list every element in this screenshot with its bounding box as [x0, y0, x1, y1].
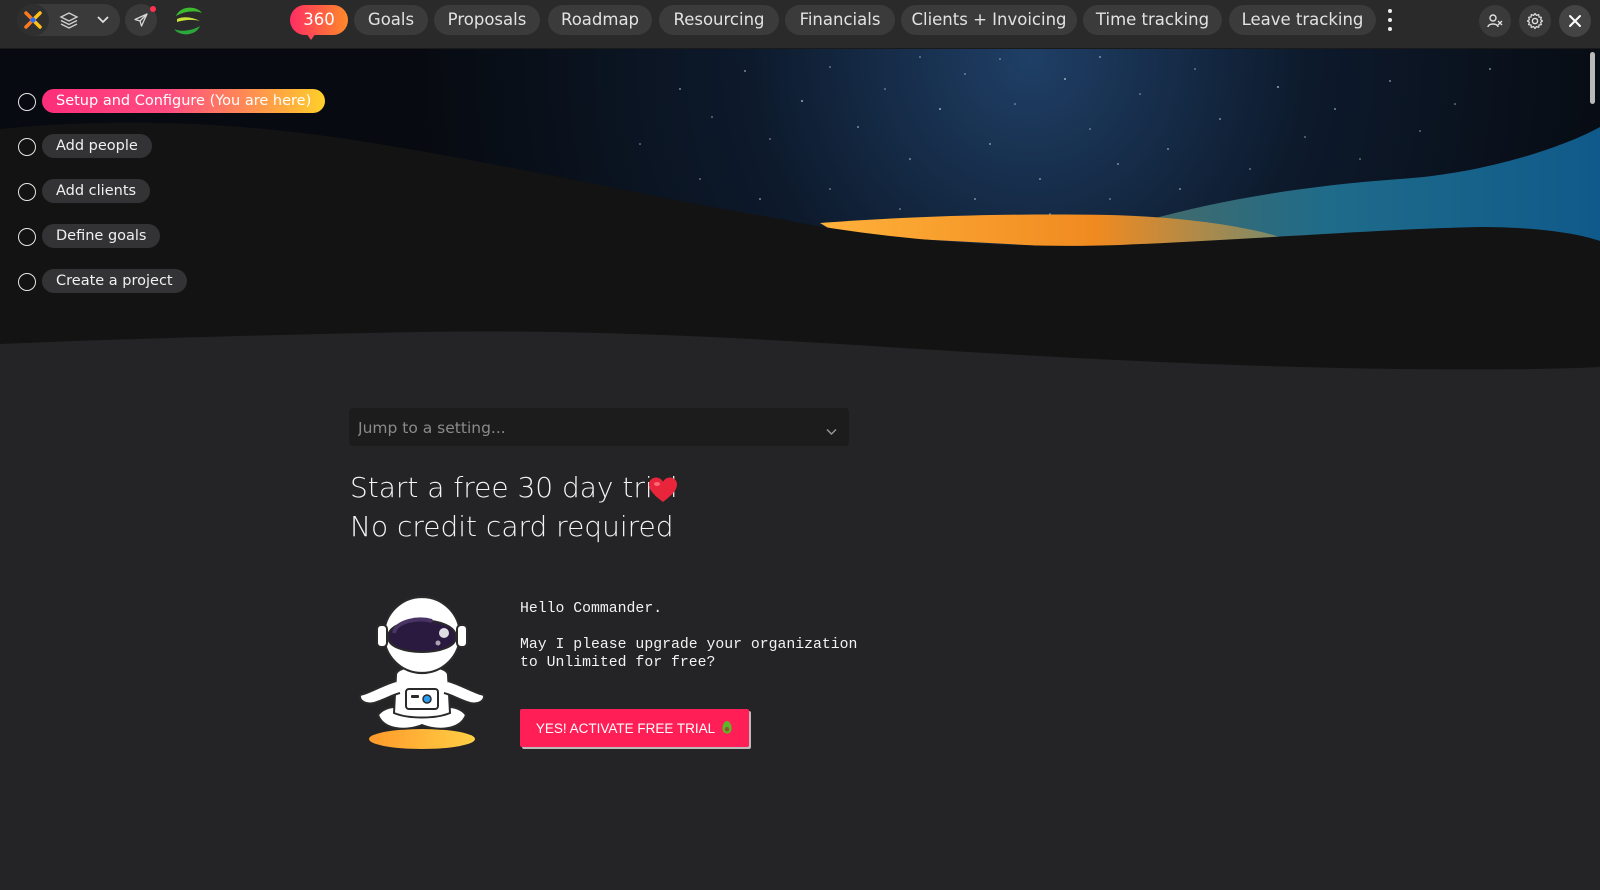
jump-to-setting-select[interactable]: [349, 408, 849, 448]
step-radio[interactable]: [18, 183, 36, 201]
chevron-down-icon[interactable]: [87, 4, 119, 36]
step-label[interactable]: Create a project: [42, 269, 187, 293]
scrollbar[interactable]: [1590, 50, 1596, 890]
trial-subheadline: No credit card required: [350, 510, 674, 543]
brand-logo-icon[interactable]: [170, 3, 206, 39]
nav-tab-360[interactable]: 360: [290, 5, 348, 35]
hero-banner: Setup and Configure (You are here) Add p…: [0, 49, 1600, 389]
nav-tab-goals[interactable]: Goals: [354, 5, 428, 35]
greeting-text: Hello Commander.: [520, 601, 663, 617]
nav-tab-leave-tracking[interactable]: Leave tracking: [1229, 5, 1376, 35]
step-radio[interactable]: [18, 228, 36, 246]
gear-icon[interactable]: [1519, 5, 1551, 37]
activate-free-trial-label: YES! ACTIVATE FREE TRIAL: [535, 720, 716, 736]
upgrade-message: May I please upgrade your organization t…: [520, 637, 858, 671]
nav-360-pointer: [306, 33, 316, 40]
more-vertical-icon[interactable]: [1385, 9, 1395, 31]
nav-tab-financials[interactable]: Financials: [785, 5, 895, 35]
step-radio[interactable]: [18, 138, 36, 156]
nav-tab-proposals[interactable]: Proposals: [434, 5, 540, 35]
step-label[interactable]: Add clients: [42, 179, 151, 203]
layers-icon[interactable]: [53, 4, 85, 36]
activate-free-trial-button[interactable]: YES! ACTIVATE FREE TRIAL: [520, 709, 749, 747]
avocado-icon: [721, 720, 733, 737]
nav-tab-roadmap[interactable]: Roadmap: [548, 5, 652, 35]
trial-headline: Start a free 30 day trial: [350, 471, 678, 504]
heart-icon: [648, 476, 678, 508]
nav-tab-time-tracking[interactable]: Time tracking: [1083, 5, 1222, 35]
nav-tab-clients-invoicing[interactable]: Clients + Invoicing: [901, 5, 1077, 35]
step-radio[interactable]: [18, 93, 36, 111]
step-label[interactable]: Setup and Configure (You are here): [42, 89, 326, 113]
nav-tab-resourcing[interactable]: Resourcing: [659, 5, 779, 35]
jump-to-setting-input[interactable]: [349, 408, 820, 448]
chevron-down-icon[interactable]: [826, 421, 837, 440]
astronaut-illustration: [356, 585, 496, 759]
step-radio[interactable]: [18, 273, 36, 291]
scrollbar-thumb[interactable]: [1590, 52, 1595, 104]
step-label[interactable]: Add people: [42, 134, 152, 158]
app-logo-icon[interactable]: [17, 4, 49, 36]
notification-dot: [150, 6, 156, 12]
account-switch-icon[interactable]: [1479, 5, 1511, 37]
close-icon[interactable]: [1559, 5, 1591, 37]
workspace-switcher[interactable]: [17, 4, 120, 36]
top-bar: 360 Goals Proposals Roadmap Resourcing F…: [0, 0, 1600, 49]
step-label[interactable]: Define goals: [42, 224, 161, 248]
